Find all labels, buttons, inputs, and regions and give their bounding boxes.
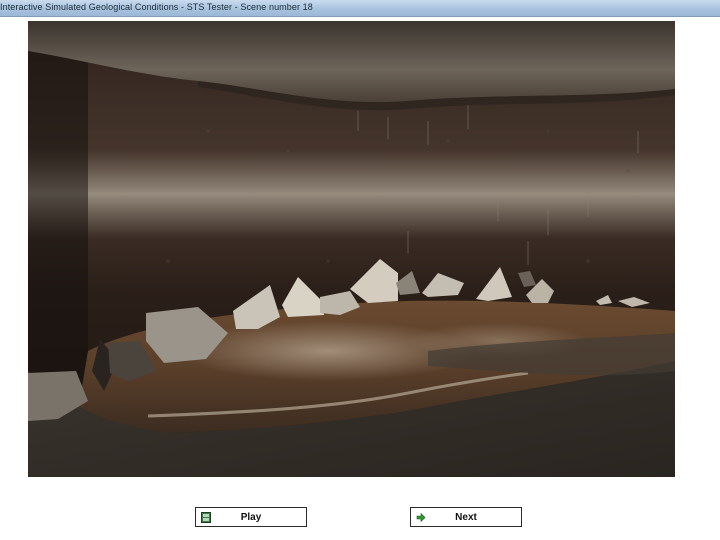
next-button[interactable]: Next — [410, 507, 522, 527]
cave-scene-image — [28, 21, 675, 477]
title-bar: Interactive Simulated Geological Conditi… — [0, 0, 720, 17]
play-button-label: Play — [240, 512, 262, 523]
window-title: Interactive Simulated Geological Conditi… — [0, 2, 313, 12]
play-button[interactable]: Play — [195, 507, 307, 527]
app-window: Interactive Simulated Geological Conditi… — [0, 0, 720, 540]
next-button-label: Next — [455, 512, 477, 523]
cave-scene-view — [28, 21, 675, 477]
